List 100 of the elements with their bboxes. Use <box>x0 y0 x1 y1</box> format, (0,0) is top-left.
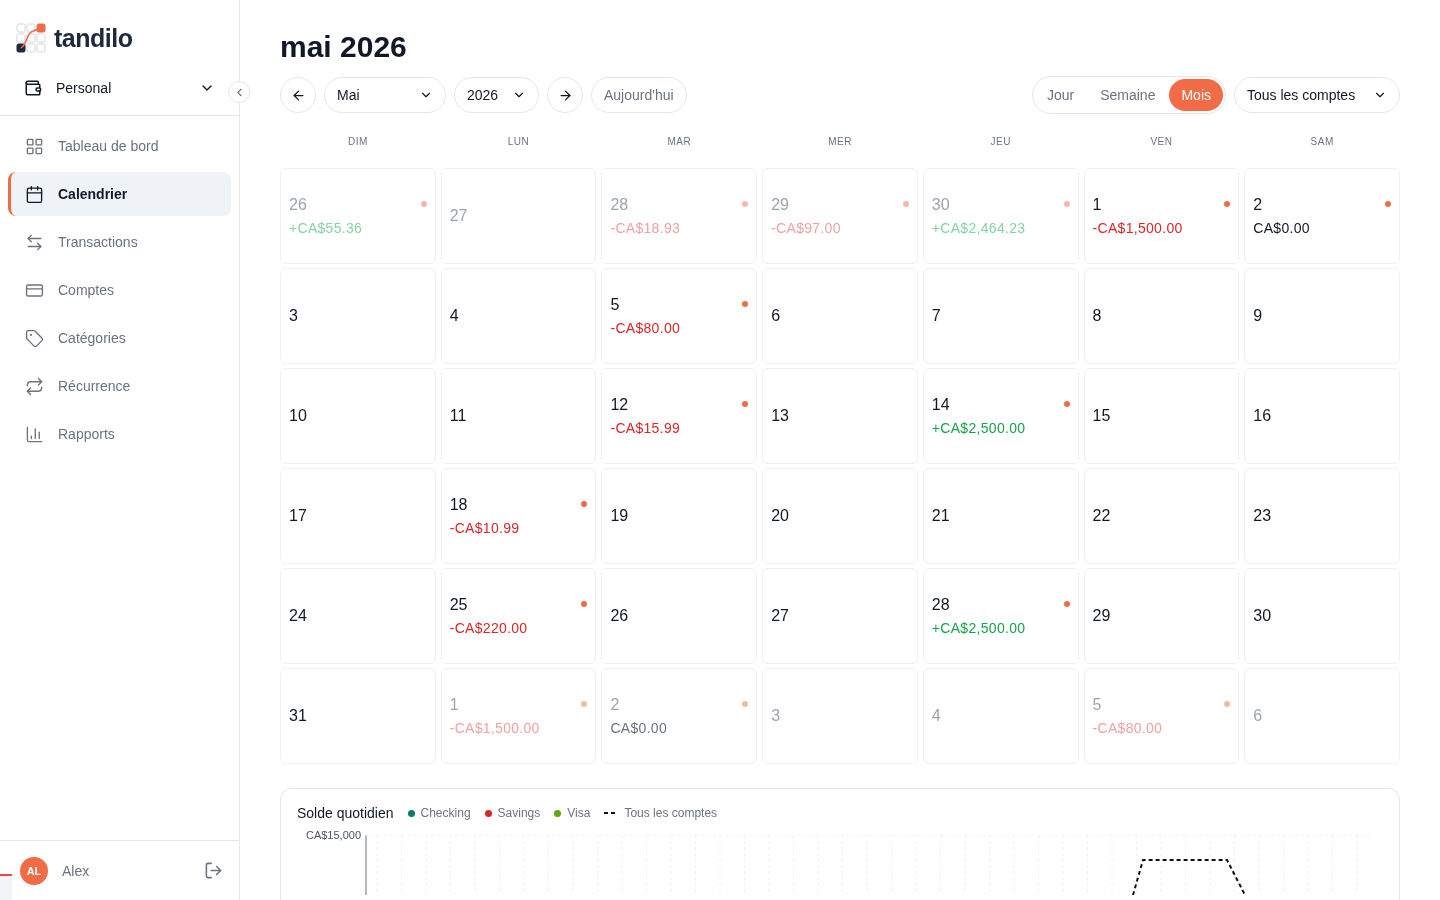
day-cell[interactable]: 4 <box>440 268 597 364</box>
day-number: 27 <box>449 207 468 225</box>
day-number: 23 <box>1253 507 1272 525</box>
day-cell[interactable]: 5 -CA$80.00 <box>601 268 758 364</box>
day-cell[interactable]: 29 <box>1083 568 1240 664</box>
day-cell[interactable]: 2 CA$0.00 <box>1244 168 1400 264</box>
transaction-dot <box>1385 201 1391 207</box>
bar-chart-icon <box>25 424 44 444</box>
debug-badge[interactable] <box>0 874 12 900</box>
day-cell[interactable]: 2 CA$0.00 <box>601 668 758 764</box>
day-cell[interactable]: 14 +CA$2,500.00 <box>922 368 1079 464</box>
view-tab[interactable]: Jour <box>1034 79 1087 111</box>
transaction-dot <box>1063 401 1070 407</box>
transaction-dot <box>742 401 749 407</box>
nav-item[interactable]: Rapports <box>8 412 231 456</box>
day-cell[interactable]: 25 -CA$220.00 <box>440 568 597 664</box>
nav-item[interactable]: Transactions <box>8 220 231 264</box>
day-number: 27 <box>771 607 789 625</box>
day-cell[interactable]: 19 <box>601 468 758 564</box>
transaction-dot <box>1063 201 1070 207</box>
transaction-dot <box>581 601 588 607</box>
day-amount: -CA$1,500.00 <box>1092 220 1183 236</box>
arrows-icon <box>25 232 44 252</box>
day-cell[interactable]: 24 <box>280 568 436 664</box>
day-cell[interactable]: 21 <box>922 468 1079 564</box>
weekday-label: VEN <box>1149 136 1174 149</box>
tag-icon <box>25 328 44 348</box>
day-cell[interactable]: 8 <box>1083 268 1240 364</box>
repeat-icon <box>25 376 44 396</box>
day-cell[interactable]: 26 <box>601 568 758 664</box>
year-select[interactable]: 2026 <box>454 77 539 113</box>
day-number: 28 <box>931 596 950 614</box>
day-amount: CA$0.00 <box>1253 220 1310 236</box>
grid-icon <box>25 136 44 156</box>
transaction-dot <box>742 201 749 207</box>
day-number: 12 <box>610 396 629 414</box>
day-cell[interactable]: 9 <box>1244 268 1400 364</box>
day-number: 28 <box>610 196 629 214</box>
day-number: 4 <box>449 307 459 325</box>
day-cell[interactable]: 27 <box>762 568 918 664</box>
day-cell[interactable]: 23 <box>1244 468 1400 564</box>
day-cell[interactable]: 18 -CA$10.99 <box>440 468 597 564</box>
chart-title: Solde quotidien <box>297 805 394 821</box>
nav-item[interactable]: Comptes <box>8 268 231 312</box>
day-cell[interactable]: 3 <box>280 268 436 364</box>
weekday-label: JEU <box>989 136 1012 149</box>
day-cell[interactable]: 31 <box>280 668 436 764</box>
day-number: 1 <box>449 696 459 714</box>
day-cell[interactable]: 28 +CA$2,500.00 <box>922 568 1079 664</box>
day-cell[interactable]: 20 <box>762 468 918 564</box>
day-cell[interactable]: 12 -CA$15.99 <box>601 368 758 464</box>
day-cell[interactable]: 16 <box>1244 368 1400 464</box>
day-cell[interactable]: 30 <box>1244 568 1400 664</box>
view-tab[interactable]: Semaine <box>1088 79 1168 111</box>
previous-button[interactable] <box>280 77 316 113</box>
brand-name: tandilo <box>54 23 133 53</box>
day-amount: +CA$2,500.00 <box>931 420 1026 436</box>
day-cell[interactable]: 10 <box>280 368 436 464</box>
nav-item[interactable]: Tableau de bord <box>8 124 231 168</box>
account-select[interactable]: Tous les comptes <box>1234 77 1400 113</box>
logout-icon[interactable] <box>204 861 223 880</box>
day-number: 30 <box>1253 607 1272 625</box>
legend-item: Checking <box>407 806 471 820</box>
next-button[interactable] <box>547 77 583 113</box>
day-number: 18 <box>449 496 468 514</box>
legend-item: Tous les comptes <box>604 806 718 820</box>
day-number: 5 <box>1092 696 1102 714</box>
transaction-dot <box>1063 601 1070 607</box>
day-cell[interactable]: 11 <box>440 368 597 464</box>
day-amount: CA$0.00 <box>610 720 667 736</box>
day-number: 26 <box>610 607 629 625</box>
day-amount: -CA$1,500.00 <box>449 720 540 736</box>
day-number: 5 <box>610 296 620 314</box>
day-number: 21 <box>931 507 950 525</box>
user-name: Alex <box>62 862 91 879</box>
calendar-icon <box>25 184 44 204</box>
day-cell[interactable]: 15 <box>1083 368 1240 464</box>
day-cell[interactable]: 7 <box>922 268 1079 364</box>
day-cell[interactable]: 13 <box>762 368 918 464</box>
day-cell[interactable]: 22 <box>1083 468 1240 564</box>
day-number: 3 <box>771 707 781 725</box>
month-select[interactable]: Mai <box>324 77 446 113</box>
day-number: 1 <box>1092 196 1102 214</box>
day-number: 24 <box>289 607 307 625</box>
wallet-icon <box>24 78 42 97</box>
nav-item[interactable]: Calendrier <box>8 172 231 216</box>
day-amount: -CA$15.99 <box>610 420 681 436</box>
day-cell[interactable]: 6 <box>762 268 918 364</box>
day-number: 19 <box>610 507 629 525</box>
day-number: 7 <box>931 307 941 325</box>
day-cell[interactable]: 1 -CA$1,500.00 <box>1083 168 1240 264</box>
day-cell[interactable]: 17 <box>280 468 436 564</box>
day-number: 4 <box>931 707 941 725</box>
today-button[interactable]: Aujourd'hui <box>591 77 687 113</box>
legend-item: Visa <box>554 806 591 820</box>
day-amount: +CA$55.36 <box>289 220 363 236</box>
nav-item[interactable]: Catégories <box>8 316 231 360</box>
day-amount: -CA$80.00 <box>1092 720 1163 736</box>
nav-item[interactable]: Récurrence <box>8 364 231 408</box>
collapse-sidebar-button[interactable] <box>228 81 250 103</box>
